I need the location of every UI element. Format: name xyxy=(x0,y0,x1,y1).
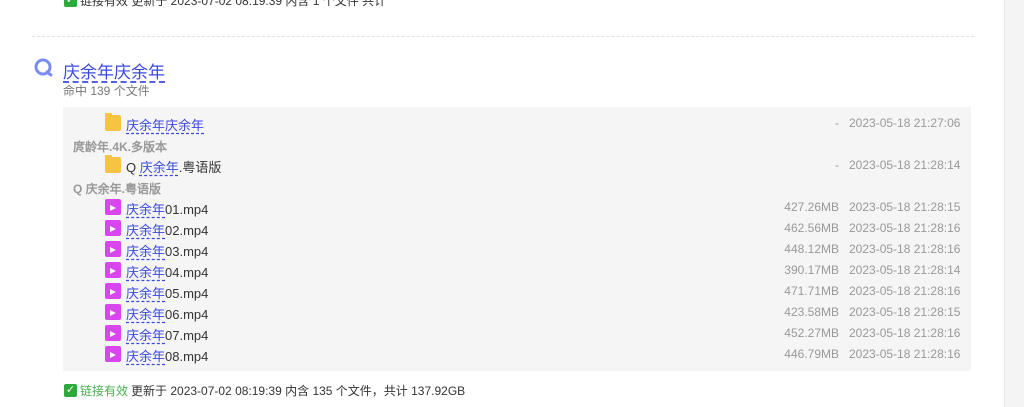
folder-icon xyxy=(105,155,121,173)
result-title-link[interactable]: 庆余年庆余年 xyxy=(63,58,165,83)
result-status: ✓ 链接有效 更新于 2023-07-02 08:19:39 内含 135 个文… xyxy=(64,382,465,399)
result-details: 更新于 2023-07-02 08:19:39 内含 135 个文件，共计 13… xyxy=(131,384,466,398)
file-name[interactable]: 庆余年01.mp4 xyxy=(126,199,208,218)
file-row[interactable]: 庆余年06.mp4 423.58MB 2023-05-18 21:28:15 xyxy=(63,302,971,323)
file-name-highlight[interactable]: 庆余年 xyxy=(126,349,165,364)
previous-status-text: 链接有效 更新于 2023-07-02 08:19:39 内含 1 个文件 共计 xyxy=(80,0,387,8)
file-date: 2023-05-18 21:28:16 xyxy=(849,221,961,235)
file-name-highlight[interactable]: 庆余年 xyxy=(126,307,165,322)
file-name-rest: .粤语版 xyxy=(178,160,222,175)
check-icon: ✓ xyxy=(64,0,77,7)
file-name-rest: 02.mp4 xyxy=(165,223,209,238)
video-file-icon xyxy=(105,220,121,236)
file-name-highlight[interactable]: 庆余年 xyxy=(126,328,165,343)
file-name-rest: 06.mp4 xyxy=(165,307,209,322)
video-file-icon xyxy=(105,262,121,278)
video-file-icon xyxy=(105,283,121,299)
file-name[interactable]: 庆余年04.mp4 xyxy=(126,262,208,281)
file-name-highlight[interactable]: 庆余年 xyxy=(126,223,165,238)
file-size: 462.56MB xyxy=(784,221,839,235)
file-name-rest: 01.mp4 xyxy=(165,202,209,217)
file-row[interactable]: 庆余年01.mp4 427.26MB 2023-05-18 21:28:15 xyxy=(63,197,971,218)
file-row[interactable]: 庆余年03.mp4 448.12MB 2023-05-18 21:28:16 xyxy=(63,239,971,260)
file-date: 2023-05-18 21:27:06 xyxy=(849,116,961,130)
file-name[interactable]: 庆余年08.mp4 xyxy=(126,346,208,365)
file-size: 390.17MB xyxy=(784,263,839,277)
file-name-highlight[interactable]: 庆余年 xyxy=(126,202,165,217)
file-name[interactable]: 庆余年庆余年 xyxy=(126,115,204,134)
video-file-icon xyxy=(105,241,121,257)
file-date: 2023-05-18 21:28:16 xyxy=(849,347,961,361)
file-date: 2023-05-18 21:28:16 xyxy=(849,242,961,256)
previous-result-status: ✓ 链接有效 更新于 2023-07-02 08:19:39 内含 1 个文件 … xyxy=(64,0,387,8)
search-result-card: ✓ 链接有效 更新于 2023-07-02 08:19:39 内含 1 个文件 … xyxy=(0,0,1004,407)
file-name-highlight[interactable]: 庆余年 xyxy=(126,244,165,259)
file-date: 2023-05-18 21:28:14 xyxy=(849,158,961,172)
folder-row[interactable]: 庆余年庆余年 -2023-05-18 21:27:06 xyxy=(63,113,971,134)
file-name-highlight[interactable]: 庆余年 xyxy=(140,160,179,175)
file-name-rest: 03.mp4 xyxy=(165,244,209,259)
subfolder-path: 庹龄年.4K.多版本 xyxy=(73,140,168,154)
file-date: 2023-05-18 21:28:16 xyxy=(849,284,961,298)
video-file-icon xyxy=(105,346,121,362)
file-row[interactable]: 庆余年02.mp4 462.56MB 2023-05-18 21:28:16 xyxy=(63,218,971,239)
file-size: - xyxy=(835,158,839,172)
file-name-rest: 07.mp4 xyxy=(165,328,209,343)
folder-row[interactable]: Q 庆余年.粤语版 -2023-05-18 21:28:14 xyxy=(63,155,971,176)
file-row[interactable]: 庆余年07.mp4 452.27MB 2023-05-18 21:28:16 xyxy=(63,323,971,344)
file-size: - xyxy=(835,116,839,130)
file-date: 2023-05-18 21:28:15 xyxy=(849,200,961,214)
file-name[interactable]: 庆余年05.mp4 xyxy=(126,283,208,302)
file-row[interactable]: 庆余年05.mp4 471.71MB 2023-05-18 21:28:16 xyxy=(63,281,971,302)
file-name-prefix: Q xyxy=(126,160,140,175)
file-name-rest: 04.mp4 xyxy=(165,265,209,280)
video-file-icon xyxy=(105,325,121,341)
file-date: 2023-05-18 21:28:14 xyxy=(849,263,961,277)
link-valid-label: 链接有效 xyxy=(80,384,129,398)
hit-count: 命中 139 个文件 xyxy=(63,84,150,98)
file-size: 427.26MB xyxy=(784,200,839,214)
file-size: 423.58MB xyxy=(784,305,839,319)
file-name-highlight[interactable]: 庆余年庆余年 xyxy=(126,118,204,133)
file-name[interactable]: 庆余年02.mp4 xyxy=(126,220,208,239)
file-name[interactable]: 庆余年07.mp4 xyxy=(126,325,208,344)
result-divider xyxy=(32,36,974,37)
video-file-icon xyxy=(105,304,121,320)
file-row[interactable]: 庆余年08.mp4 446.79MB 2023-05-18 21:28:16 xyxy=(63,344,971,365)
file-size: 448.12MB xyxy=(784,242,839,256)
file-size: 446.79MB xyxy=(784,347,839,361)
file-list: 庆余年庆余年 -2023-05-18 21:27:06 庹龄年.4K.多版本 Q 庆余… xyxy=(63,107,971,371)
file-name[interactable]: 庆余年03.mp4 xyxy=(126,241,208,260)
file-name[interactable]: Q 庆余年.粤语版 xyxy=(126,157,221,176)
file-name-highlight[interactable]: 庆余年 xyxy=(126,286,165,301)
file-size: 452.27MB xyxy=(784,326,839,340)
file-name[interactable]: 庆余年06.mp4 xyxy=(126,304,208,323)
check-icon: ✓ xyxy=(64,384,77,397)
file-row[interactable]: 庆余年04.mp4 390.17MB 2023-05-18 21:28:14 xyxy=(63,260,971,281)
file-name-rest: 08.mp4 xyxy=(165,349,209,364)
page-gutter xyxy=(1004,0,1024,407)
search-engine-logo-icon xyxy=(34,58,53,77)
file-size: 471.71MB xyxy=(784,284,839,298)
video-file-icon xyxy=(105,199,121,215)
subfolder-path: Q 庆余年.粤语版 xyxy=(73,182,162,196)
file-date: 2023-05-18 21:28:15 xyxy=(849,305,961,319)
folder-icon xyxy=(105,113,121,131)
file-date: 2023-05-18 21:28:16 xyxy=(849,326,961,340)
file-name-highlight[interactable]: 庆余年 xyxy=(126,265,165,280)
file-name-rest: 05.mp4 xyxy=(165,286,209,301)
